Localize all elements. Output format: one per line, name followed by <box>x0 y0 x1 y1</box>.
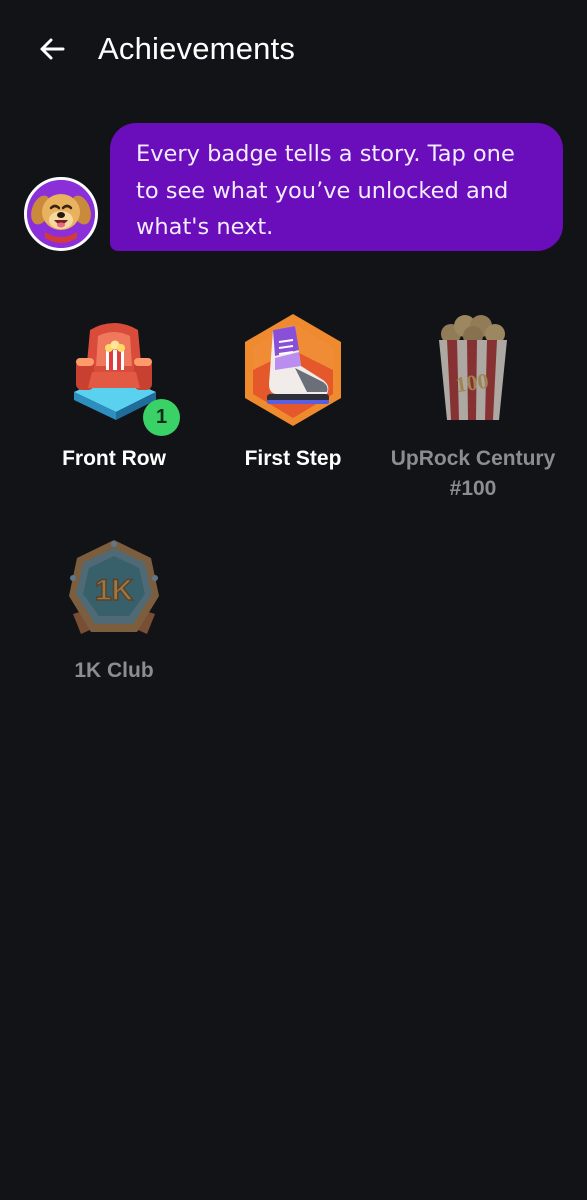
back-button[interactable] <box>28 27 76 71</box>
popcorn-bucket-100-icon: 100 <box>439 315 507 420</box>
page-title: Achievements <box>98 31 296 66</box>
app-header: Achievements <box>0 0 587 100</box>
1k-medal-icon: 1K <box>69 540 159 634</box>
badge-front-row[interactable]: 1 Front Row <box>24 310 204 474</box>
achievements-screen: Achievements Every badge tells a story. <box>0 0 587 1200</box>
mascot-avatar <box>24 177 98 251</box>
badge-art: 1 <box>54 310 180 436</box>
badge-uprock-century-100[interactable]: 100 UpRock Century #100 <box>383 310 563 504</box>
badge-1k-club[interactable]: 1K 1K Club <box>24 536 204 686</box>
badge-art <box>233 310 353 430</box>
svg-text:1K: 1K <box>95 574 134 607</box>
svg-text:100: 100 <box>454 368 490 397</box>
mascot-message-bubble: Every badge tells a story. Tap one to se… <box>110 123 563 251</box>
badge-label: UpRock Century #100 <box>390 447 556 500</box>
arrow-left-icon <box>40 38 65 60</box>
badge-label: Front Row <box>62 447 166 470</box>
mascot-message-text: Every badge tells a story. Tap one to se… <box>136 141 515 240</box>
badge-art: 100 <box>413 310 533 430</box>
dog-mascot-icon <box>27 180 95 248</box>
sneaker-hexagon-icon <box>245 314 341 426</box>
badge-art: 1K <box>59 536 169 646</box>
badge-label: First Step <box>244 447 342 470</box>
unlock-count-badge: 1 <box>143 399 180 436</box>
badge-first-step[interactable]: First Step <box>203 310 383 474</box>
badge-label: 1K Club <box>74 659 154 682</box>
